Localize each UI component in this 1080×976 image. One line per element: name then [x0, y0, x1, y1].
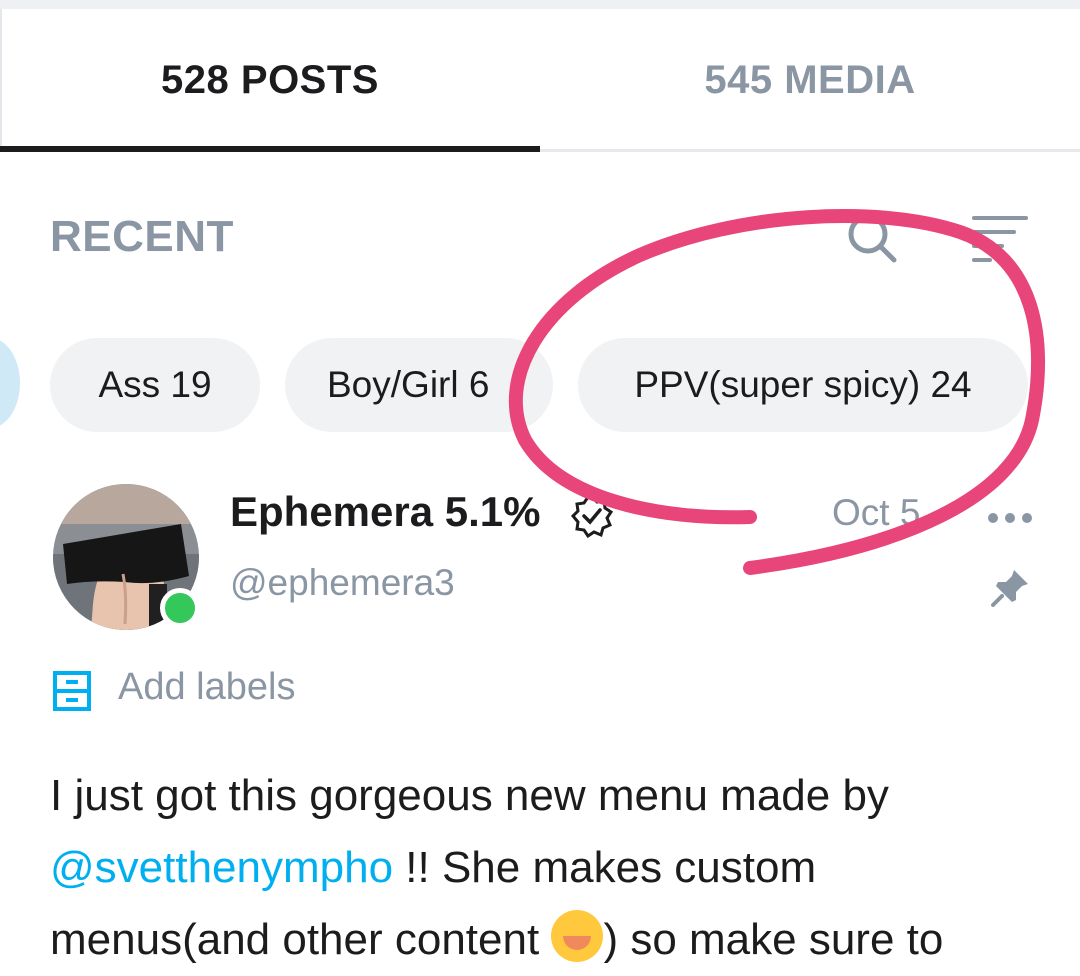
- author-handle[interactable]: @ephemera3: [230, 562, 455, 604]
- post-text-line: @svetthenympho !! She makes custom: [50, 832, 1050, 904]
- chip-boy-girl[interactable]: Boy/Girl 6: [285, 338, 553, 432]
- add-labels-link[interactable]: Add labels: [118, 666, 295, 709]
- section-title: RECENT: [50, 212, 234, 261]
- post-text-fragment: !! She makes custom: [393, 843, 817, 892]
- label-icon[interactable]: [52, 670, 92, 712]
- online-status-indicator: [160, 588, 200, 628]
- chip-label: Boy/Girl 6: [327, 364, 490, 405]
- chip-label: PPV(super spicy) 24: [634, 364, 972, 405]
- active-tab-indicator: [0, 146, 540, 152]
- mention-link[interactable]: @svetthenympho: [50, 843, 393, 892]
- pin-icon: [988, 566, 1032, 610]
- hand-over-mouth-emoji-icon: [551, 910, 604, 962]
- chip-ass[interactable]: Ass 19: [50, 338, 260, 432]
- post-text-fragment: ) so make sure to: [603, 915, 944, 964]
- tab-posts[interactable]: 528 POSTS: [0, 9, 540, 151]
- post-text-line: I just got this gorgeous new menu made b…: [50, 771, 889, 820]
- chip-ppv[interactable]: PPV(super spicy) 24: [578, 338, 1028, 432]
- post-text-line: menus(and other content ) so make sure t…: [50, 904, 1050, 976]
- verified-badge-icon: [570, 494, 614, 539]
- sort-icon[interactable]: [968, 210, 1032, 266]
- author-name[interactable]: Ephemera 5.1%: [230, 488, 541, 536]
- more-icon[interactable]: [985, 498, 1035, 538]
- post-text: I just got this gorgeous new menu made b…: [50, 760, 1050, 976]
- tab-divider: [540, 149, 1080, 152]
- top-strip: [0, 0, 1080, 9]
- post-text-fragment: menus(and other content: [50, 915, 552, 964]
- chip-label: Ass 19: [98, 364, 212, 405]
- tab-media[interactable]: 545 MEDIA: [540, 9, 1080, 151]
- profile-tabs: 528 POSTS 545 MEDIA: [0, 9, 1080, 154]
- search-icon[interactable]: [840, 206, 904, 270]
- post-date: Oct 5: [832, 492, 921, 533]
- chip-previous-partial[interactable]: [0, 338, 20, 428]
